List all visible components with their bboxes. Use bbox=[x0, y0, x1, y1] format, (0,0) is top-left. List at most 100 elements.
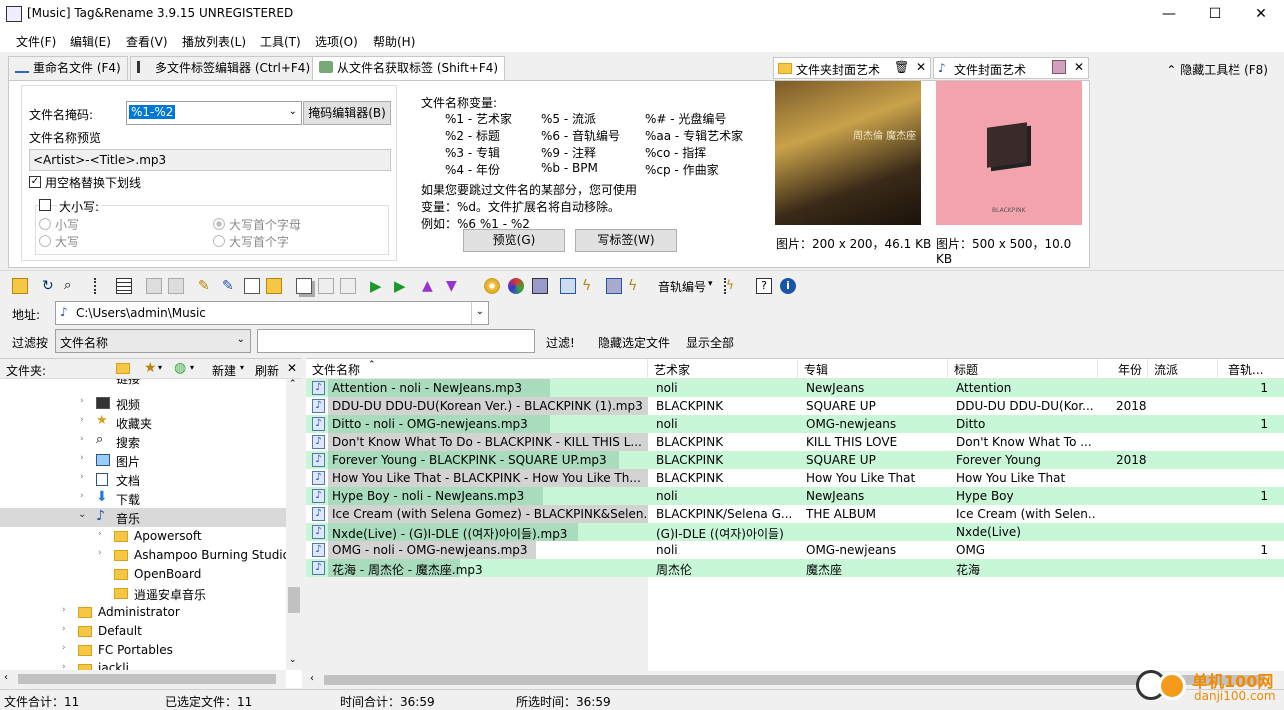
maximize-button[interactable]: ☐ bbox=[1192, 0, 1238, 28]
tag-lightning-icon[interactable]: ϟ bbox=[628, 278, 644, 294]
trash-icon[interactable]: 🗑 bbox=[894, 60, 909, 74]
refresh-icon[interactable]: ↻ bbox=[42, 278, 58, 294]
tree-item[interactable]: 链接 bbox=[0, 379, 286, 389]
col-filename[interactable]: 文件名称 bbox=[312, 361, 360, 378]
col-year[interactable]: 年份 bbox=[1118, 361, 1142, 378]
cd-icon[interactable] bbox=[484, 278, 500, 294]
list-icon[interactable] bbox=[116, 278, 132, 294]
address-input[interactable]: ♪ C:\Users\admin\Music ⌄ bbox=[55, 301, 489, 325]
help-icon[interactable]: ? bbox=[756, 278, 772, 294]
scroll-thumb[interactable] bbox=[324, 675, 1264, 685]
check-icon[interactable] bbox=[560, 278, 576, 294]
new-button[interactable]: 新建 bbox=[212, 362, 236, 379]
close-button[interactable]: ✕ bbox=[1238, 0, 1284, 28]
table-row[interactable]: ♪ Don't Know What To Do - BLACKPINK - KIL… bbox=[306, 433, 1284, 451]
number-icon[interactable]: ϟ bbox=[724, 278, 740, 294]
search-icon[interactable]: ⌕ bbox=[64, 278, 80, 294]
col-album[interactable]: 专辑 bbox=[804, 361, 828, 378]
table-row[interactable]: ♪ Ditto - noli - OMG-newjeans.mp3 noli OMG-… bbox=[306, 415, 1284, 433]
tree-item-folder[interactable]: OpenBoard bbox=[0, 565, 286, 584]
col-track[interactable]: 音轨... bbox=[1228, 361, 1263, 378]
tree-item-folder[interactable]: › Ashampoo Burning Studio bbox=[0, 546, 286, 565]
filter-field-select[interactable]: 文件名称 ⌄ bbox=[55, 329, 251, 353]
scroll-up-icon[interactable]: ⌃ bbox=[289, 379, 297, 389]
menu-file[interactable]: 文件(F) bbox=[16, 33, 56, 50]
hide-selected-button[interactable]: 隐藏选定文件 bbox=[598, 334, 670, 351]
edit-doc-icon[interactable] bbox=[244, 278, 260, 294]
table-row[interactable]: ♪ Hype Boy - noli - NewJeans.mp3 noli NewJe… bbox=[306, 487, 1284, 505]
refresh-button[interactable]: 刷新 bbox=[255, 362, 279, 379]
play-selected-icon[interactable]: ▶ bbox=[394, 278, 410, 294]
chevron-down-icon[interactable]: ⌄ bbox=[289, 106, 297, 117]
table-row[interactable]: ♪ Ice Cream (with Selena Gomez) - BLACKPI… bbox=[306, 505, 1284, 523]
tab-rename[interactable]: 重命名文件 (F4) bbox=[8, 56, 128, 80]
col-artist[interactable]: 艺术家 bbox=[654, 361, 690, 378]
tree-item-favorites[interactable]: › ★ 收藏夹 bbox=[0, 413, 286, 432]
chevron-down-icon[interactable]: ⌄ bbox=[471, 302, 488, 324]
menu-options[interactable]: 选项(O) bbox=[315, 33, 358, 50]
file-cover-tab[interactable]: ♪ 文件封面艺术 ✕ bbox=[933, 57, 1089, 79]
col-title[interactable]: 标题 bbox=[954, 361, 978, 378]
tree-item-folder[interactable]: › FC Portables bbox=[0, 641, 286, 660]
scroll-down-icon[interactable]: ⌄ bbox=[289, 655, 297, 665]
dropdown-arrow-icon[interactable]: ▾ bbox=[158, 363, 162, 372]
table-row[interactable]: ♪ How You Like That - BLACKPINK - How You… bbox=[306, 469, 1284, 487]
case-checkbox[interactable] bbox=[39, 199, 51, 211]
scroll-left-icon[interactable]: ‹ bbox=[4, 672, 8, 683]
table-row[interactable]: ♪ OMG - noli - OMG-newjeans.mp3 noli OMG-ne… bbox=[306, 541, 1284, 559]
chevron-down-icon[interactable]: ⌄ bbox=[237, 334, 245, 345]
dropdown-arrow-icon[interactable]: ▾ bbox=[190, 363, 194, 372]
open-folder-icon[interactable] bbox=[12, 278, 28, 294]
preview-button[interactable]: 预览(G) bbox=[463, 229, 565, 252]
mask-editor-button[interactable]: 掩码编辑器(B) bbox=[303, 101, 391, 125]
scroll-thumb[interactable] bbox=[288, 587, 300, 613]
col-genre[interactable]: 流派 bbox=[1154, 361, 1178, 378]
windows-icon[interactable] bbox=[606, 278, 622, 294]
hide-toolbar-button[interactable]: ⌃ 隐藏工具栏 (F8) bbox=[1166, 61, 1268, 78]
tree-item-documents[interactable]: › 文档 bbox=[0, 470, 286, 489]
pencil-icon[interactable]: ✎ bbox=[198, 278, 214, 294]
tree-item-folder[interactable]: › jackli bbox=[0, 660, 286, 670]
globe-icon[interactable]: ◍ bbox=[174, 360, 186, 376]
mask-input[interactable]: %1-%2 ⌄ bbox=[126, 101, 302, 125]
tree-item-folder[interactable]: › Administrator bbox=[0, 603, 286, 622]
tab-multi-editor[interactable]: 多文件标签编辑器 (Ctrl+F4) bbox=[130, 56, 318, 80]
menu-tools[interactable]: 工具(T) bbox=[260, 33, 301, 50]
write-tags-button[interactable]: 写标签(W) bbox=[575, 229, 677, 252]
pencil-blue-icon[interactable]: ✎ bbox=[222, 278, 238, 294]
radio-capitalize-first[interactable] bbox=[213, 218, 225, 230]
radio-capitalize-word[interactable] bbox=[213, 235, 225, 247]
filter-go-button[interactable]: 过滤! bbox=[546, 334, 575, 351]
tree-horizontal-scrollbar[interactable]: ‹ bbox=[0, 670, 286, 688]
menu-help[interactable]: 帮助(H) bbox=[373, 33, 415, 50]
tree-item-videos[interactable]: › 视频 bbox=[0, 394, 286, 413]
sort-down-icon[interactable]: ▼ bbox=[446, 278, 462, 294]
scroll-thumb[interactable] bbox=[18, 674, 276, 684]
close-icon[interactable]: ✕ bbox=[1074, 60, 1084, 74]
close-icon[interactable]: ✕ bbox=[287, 361, 297, 375]
tree-item-pictures[interactable]: › 图片 bbox=[0, 451, 286, 470]
play-icon[interactable]: ▶ bbox=[370, 278, 386, 294]
table-row[interactable]: ♪ Attention - noli - NewJeans.mp3 noli NewJ… bbox=[306, 379, 1284, 397]
table-row[interactable]: ♪ DDU-DU DDU-DU(Korean Ver.) - BLACKPINK … bbox=[306, 397, 1284, 415]
table-row[interactable]: ♪ Forever Young - BLACKPINK - SQUARE UP.m… bbox=[306, 451, 1284, 469]
calendar-icon[interactable] bbox=[532, 278, 548, 294]
folder-cover-tab[interactable]: 文件夹封面艺术 🗑 ✕ bbox=[773, 57, 931, 79]
menu-view[interactable]: 查看(V) bbox=[126, 33, 168, 50]
minimize-button[interactable]: — bbox=[1146, 0, 1192, 28]
tree-item-folder[interactable]: 逍遥安卓音乐 bbox=[0, 584, 286, 603]
tree-item-folder[interactable]: › Apowersoft bbox=[0, 527, 286, 546]
tree-item-folder[interactable]: › Default bbox=[0, 622, 286, 641]
dropdown-arrow-icon[interactable]: ▾ bbox=[240, 363, 244, 372]
radio-lowercase[interactable] bbox=[39, 218, 51, 230]
table-row[interactable]: ♪ 花海 - 周杰伦 - 魔杰座.mp3 周杰伦 魔杰座 花海 bbox=[306, 559, 1284, 577]
menu-edit[interactable]: 编辑(E) bbox=[70, 33, 111, 50]
radio-uppercase[interactable] bbox=[39, 235, 51, 247]
track-number-dropdown[interactable]: 音轨编号 bbox=[658, 278, 706, 295]
dropdown-arrow-icon[interactable]: ▾ bbox=[708, 279, 713, 289]
lightning-icon[interactable]: ϟ bbox=[582, 278, 598, 294]
tree-item-music[interactable]: ⌄ ♪ 音乐 bbox=[0, 508, 286, 527]
replace-underscore-checkbox[interactable]: ✓ bbox=[29, 176, 41, 188]
scroll-left-icon[interactable]: ‹ bbox=[310, 673, 314, 684]
tree-item-search[interactable]: › ⌕ 搜索 bbox=[0, 432, 286, 451]
